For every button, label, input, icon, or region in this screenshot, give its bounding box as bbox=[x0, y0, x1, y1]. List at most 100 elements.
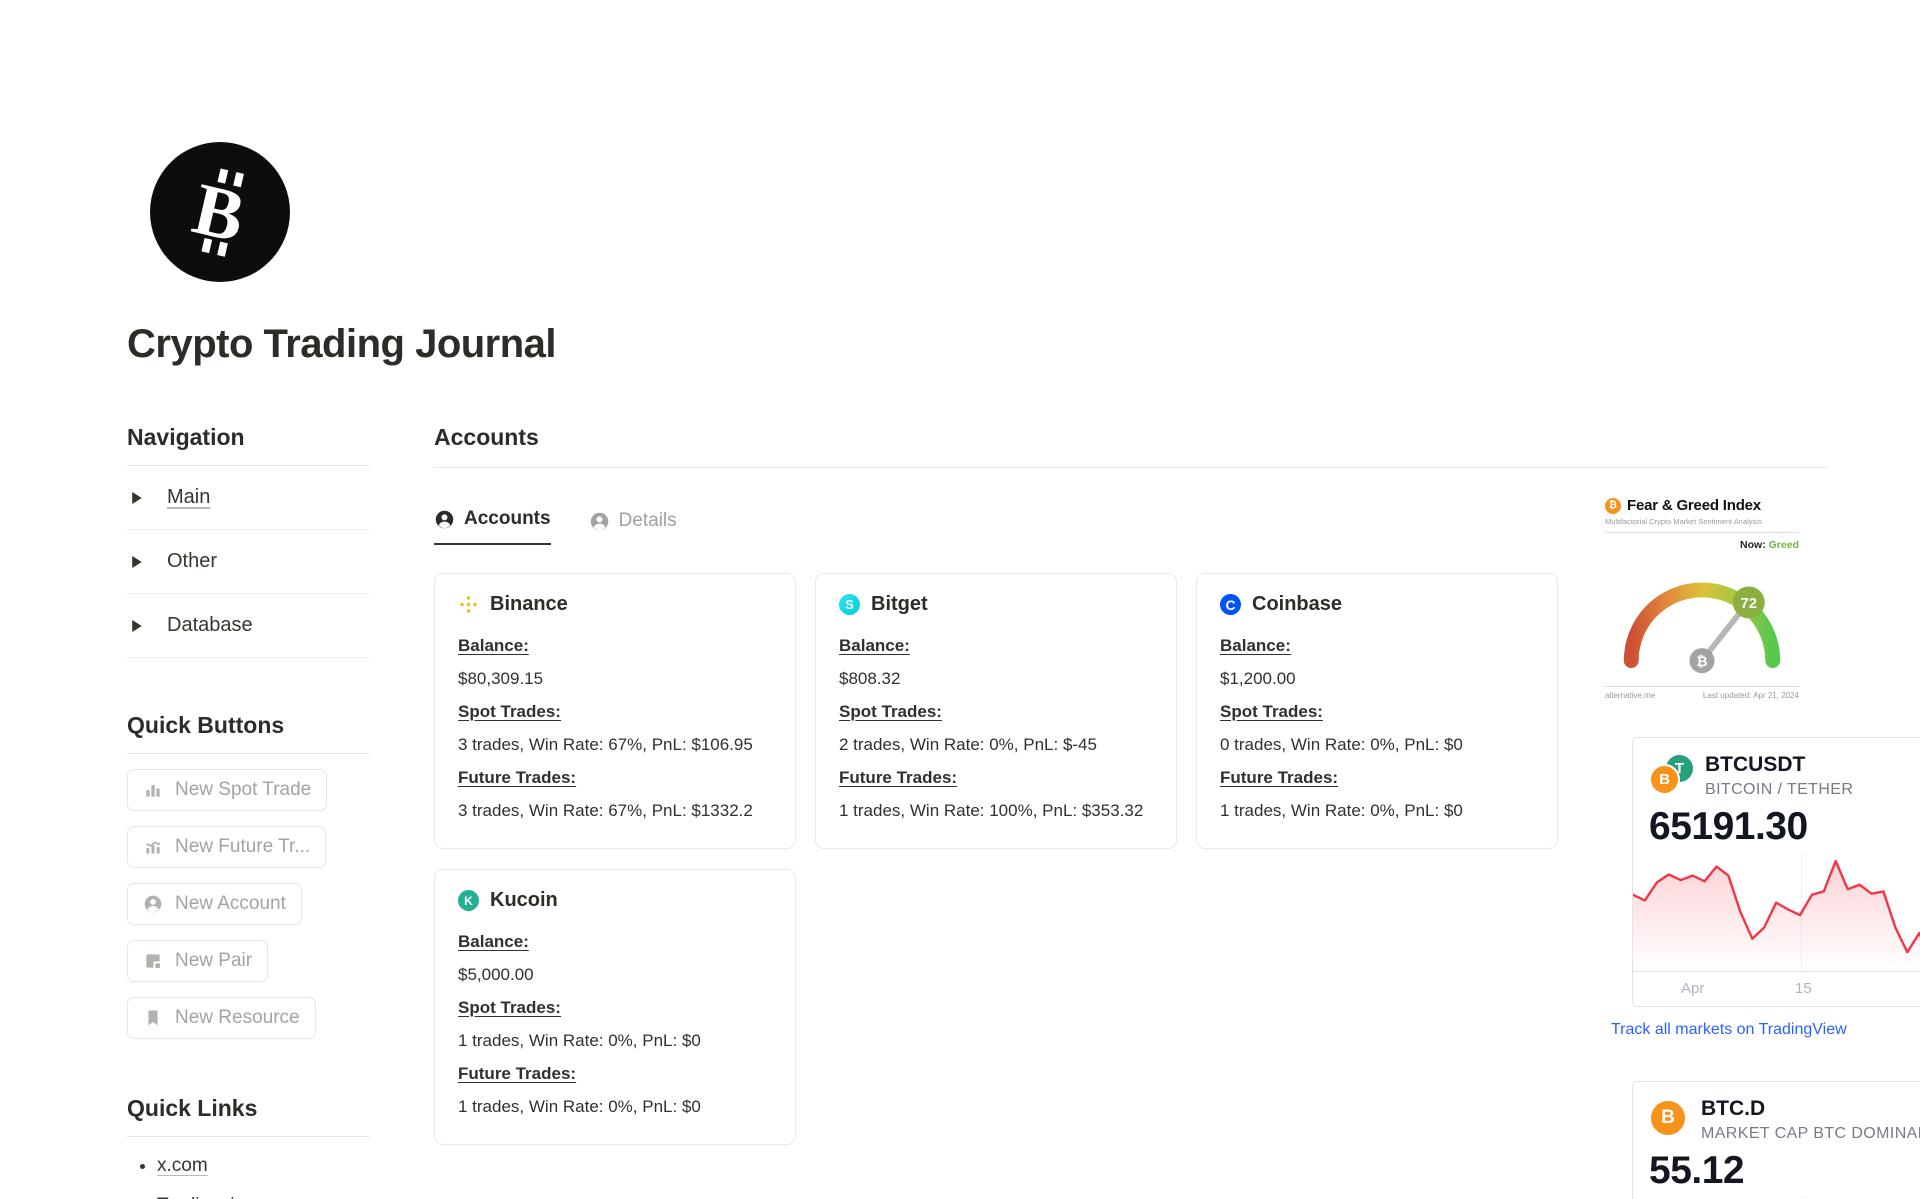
price-chart bbox=[1633, 853, 1920, 972]
button-label: New Account bbox=[175, 893, 286, 914]
triangle-right-icon[interactable] bbox=[131, 491, 143, 504]
account-card-bitget[interactable]: S Bitget Balance: $808.32 Spot Trades: 2… bbox=[815, 573, 1177, 849]
button-label: New Spot Trade bbox=[175, 779, 312, 800]
spot-trades-label: Spot Trades: bbox=[1220, 702, 1323, 721]
balance-label: Balance: bbox=[839, 636, 910, 655]
bitcoin-icon: B bbox=[1649, 764, 1680, 795]
person-icon bbox=[590, 512, 608, 530]
link-x-com[interactable]: x.com bbox=[157, 1155, 208, 1176]
new-resource-button[interactable]: New Resource bbox=[127, 997, 316, 1039]
new-account-button[interactable]: New Account bbox=[127, 883, 302, 925]
fear-greed-source[interactable]: alternative.me bbox=[1605, 691, 1655, 700]
blocks-icon bbox=[146, 954, 161, 969]
tab-details[interactable]: Details bbox=[589, 510, 677, 545]
kucoin-icon: K bbox=[458, 890, 479, 911]
btcusdt-widget[interactable]: T B BTCUSDT BITCOIN / TETHER 65191.30 Ap… bbox=[1632, 737, 1920, 1007]
account-name: Coinbase bbox=[1252, 593, 1343, 615]
coinbase-icon: C bbox=[1220, 594, 1241, 615]
link-tradingview-com[interactable]: Tradingview.com bbox=[157, 1195, 299, 1199]
right-rail: ₿ Fear & Greed Index Multifactorial Cryp… bbox=[1605, 497, 1920, 1199]
axis-label: 15 bbox=[1795, 980, 1812, 997]
spot-trades-label: Spot Trades: bbox=[839, 702, 942, 721]
fear-greed-widget: ₿ Fear & Greed Index Multifactorial Cryp… bbox=[1605, 497, 1799, 700]
accounts-section-heading: Accounts bbox=[434, 424, 539, 450]
button-label: New Future Tr... bbox=[175, 836, 311, 857]
trend-chart-icon bbox=[146, 841, 161, 854]
bar-chart-icon bbox=[146, 785, 160, 797]
account-name: Binance bbox=[490, 593, 568, 615]
list-item: Tradingview.com bbox=[157, 1195, 370, 1199]
account-card-coinbase[interactable]: C Coinbase Balance: $1,200.00 Spot Trade… bbox=[1196, 573, 1558, 849]
bitget-icon: S bbox=[839, 594, 860, 615]
fear-greed-updated: Last updated: Apr 21, 2024 bbox=[1702, 691, 1799, 700]
track-all-markets-link[interactable]: Track all markets on TradingView bbox=[1611, 1021, 1920, 1039]
sidebar-item-main[interactable]: Main bbox=[127, 466, 370, 530]
list-item: x.com bbox=[157, 1155, 370, 1177]
spot-trades-value: 3 trades, Win Rate: 67%, PnL: $106.95 bbox=[458, 735, 753, 754]
future-trades-label: Future Trades: bbox=[1220, 768, 1339, 787]
sidebar-item-other[interactable]: Other bbox=[127, 530, 370, 594]
main-content: Accounts Accounts Details Binance Balanc… bbox=[434, 424, 1828, 1199]
binance-icon bbox=[459, 595, 478, 614]
new-pair-button[interactable]: New Pair bbox=[127, 940, 269, 982]
button-label: New Resource bbox=[175, 1007, 300, 1028]
bookmark-icon bbox=[148, 1010, 158, 1026]
spot-trades-label: Spot Trades: bbox=[458, 702, 561, 721]
axis-label: Apr bbox=[1681, 980, 1705, 997]
new-spot-trade-button[interactable]: New Spot Trade bbox=[127, 769, 328, 811]
future-trades-label: Future Trades: bbox=[458, 768, 577, 787]
future-trades-value: 3 trades, Win Rate: 67%, PnL: $1332.2 bbox=[458, 801, 753, 820]
account-name: Kucoin bbox=[490, 889, 558, 911]
future-trades-value: 1 trades, Win Rate: 100%, PnL: $353.32 bbox=[839, 801, 1144, 820]
future-trades-label: Future Trades: bbox=[458, 1064, 577, 1083]
fear-greed-subtitle: Multifactorial Crypto Market Sentiment A… bbox=[1605, 517, 1799, 533]
quick-buttons-list: New Spot Trade New Future Tr... New Acco… bbox=[127, 754, 370, 1039]
fear-greed-gauge: 72 ₿ bbox=[1623, 582, 1781, 674]
symbol: BTC.D bbox=[1701, 1097, 1766, 1120]
account-cards-grid: Binance Balance: $80,309.15 Spot Trades:… bbox=[434, 573, 1560, 1145]
bitcoin-glyph-icon: B bbox=[186, 167, 252, 258]
triangle-right-icon[interactable] bbox=[131, 555, 143, 568]
account-name: Bitget bbox=[871, 593, 928, 615]
time-axis: Apr 15 bbox=[1633, 972, 1920, 1006]
future-trades-value: 1 trades, Win Rate: 0%, PnL: $0 bbox=[458, 1097, 701, 1116]
fear-greed-title: Fear & Greed Index bbox=[1627, 497, 1761, 514]
balance-value: $80,309.15 bbox=[458, 669, 544, 688]
btcusdt-sparkline bbox=[1633, 859, 1920, 971]
balance-value: $808.32 bbox=[839, 669, 901, 688]
btcd-widget[interactable]: B BTC.D MARKET CAP BTC DOMINANCE 55.12 bbox=[1632, 1081, 1920, 1199]
new-future-trade-button[interactable]: New Future Tr... bbox=[127, 826, 327, 868]
tab-accounts[interactable]: Accounts bbox=[434, 508, 551, 545]
sidebar-item-label[interactable]: Main bbox=[167, 486, 210, 509]
balance-value: $1,200.00 bbox=[1220, 669, 1296, 688]
divider bbox=[434, 467, 1828, 468]
now-label: Now: bbox=[1740, 539, 1766, 551]
pair-logos: T B bbox=[1649, 753, 1695, 795]
bitcoin-logo-icon[interactable]: B bbox=[150, 142, 290, 282]
sidebar-item-label[interactable]: Database bbox=[167, 614, 253, 637]
quick-links-list: x.com Tradingview.com Cryptocraft.com bbox=[127, 1155, 370, 1199]
page-title: Crypto Trading Journal bbox=[127, 322, 557, 366]
button-label: New Pair bbox=[175, 950, 253, 971]
sidebar-item-database[interactable]: Database bbox=[127, 594, 370, 658]
person-icon bbox=[144, 895, 162, 913]
price: 55.12 bbox=[1649, 1149, 1745, 1192]
navigation-heading: Navigation bbox=[127, 424, 370, 466]
price: 65191.30 bbox=[1649, 805, 1808, 848]
triangle-right-icon[interactable] bbox=[131, 619, 143, 632]
symbol-description: MARKET CAP BTC DOMINANCE bbox=[1701, 1125, 1920, 1142]
crypto-trading-journal-page: B Crypto Trading Journal Navigation Main… bbox=[0, 0, 1920, 1199]
spot-trades-value: 2 trades, Win Rate: 0%, PnL: $-45 bbox=[839, 735, 1097, 754]
spot-trades-value: 1 trades, Win Rate: 0%, PnL: $0 bbox=[458, 1031, 701, 1050]
sidebar: Navigation Main Other Database Quick But… bbox=[127, 424, 370, 1199]
future-trades-label: Future Trades: bbox=[839, 768, 958, 787]
bitcoin-icon: B bbox=[1649, 1099, 1687, 1137]
account-card-kucoin[interactable]: K Kucoin Balance: $5,000.00 Spot Trades:… bbox=[434, 869, 796, 1145]
person-icon bbox=[435, 510, 454, 528]
symbol-description: BITCOIN / TETHER bbox=[1705, 781, 1854, 798]
balance-value: $5,000.00 bbox=[458, 965, 534, 984]
sidebar-item-label[interactable]: Other bbox=[167, 550, 217, 573]
account-card-binance[interactable]: Binance Balance: $80,309.15 Spot Trades:… bbox=[434, 573, 796, 849]
tab-label: Accounts bbox=[464, 508, 551, 529]
balance-label: Balance: bbox=[458, 636, 529, 655]
